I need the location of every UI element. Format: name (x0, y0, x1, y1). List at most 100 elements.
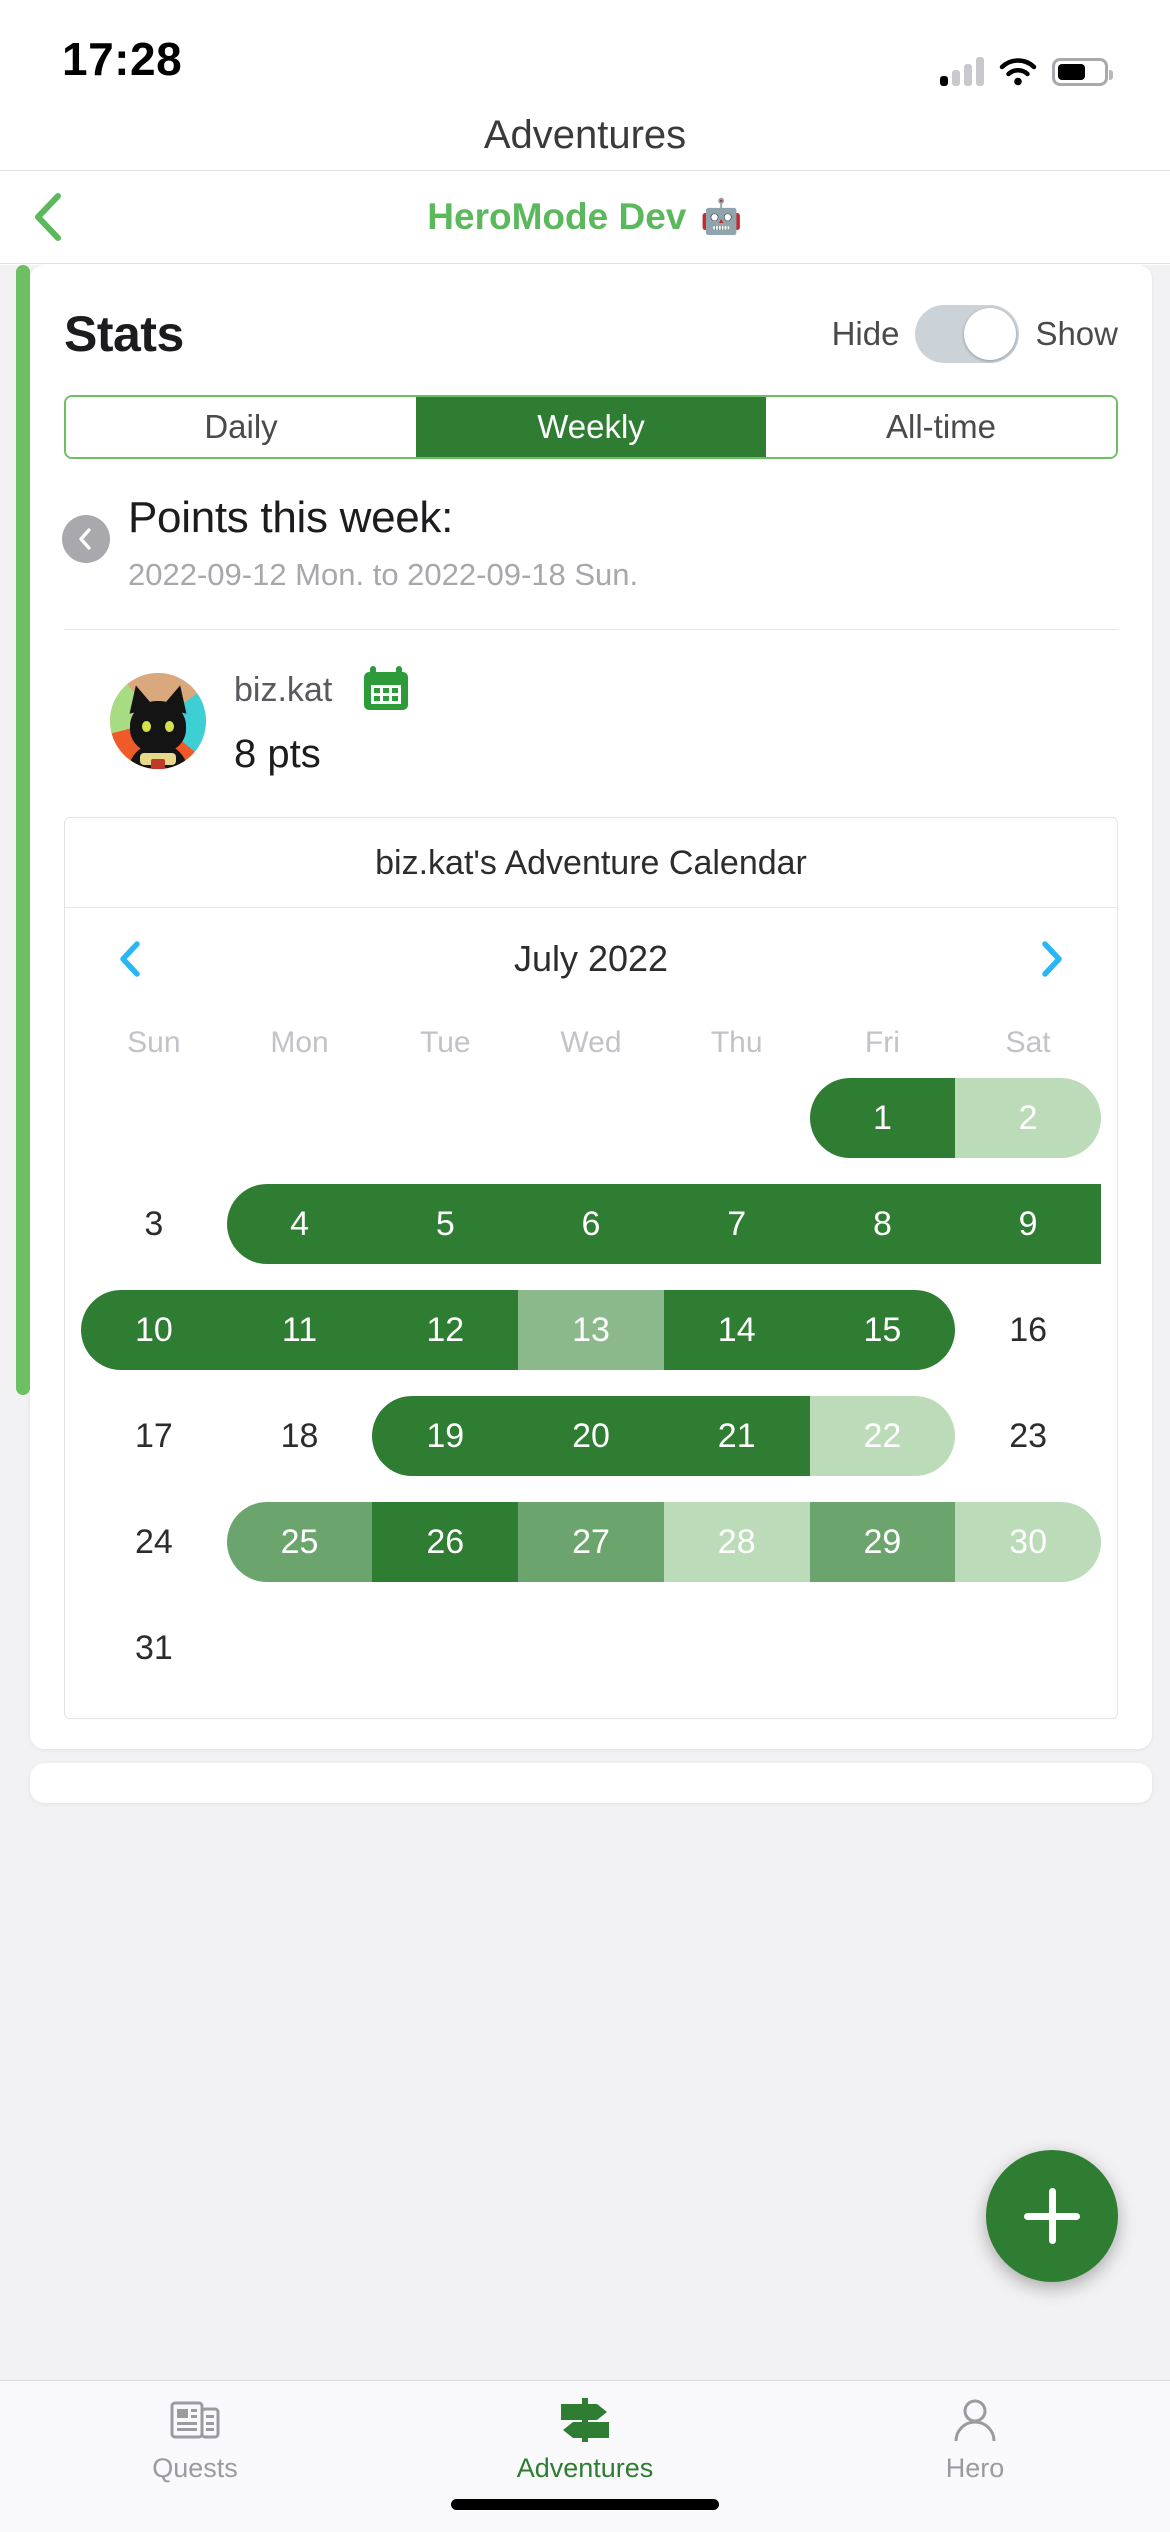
calendar-week-row: 24 25 26 27 28 29 30 (81, 1502, 1101, 1582)
calendar-day-empty (664, 1078, 810, 1158)
calendar-week-row: 10 11 12 13 14 15 16 (81, 1290, 1101, 1370)
signpost-icon (561, 2398, 609, 2442)
calendar-day-2[interactable]: 2 (955, 1078, 1101, 1158)
add-adventure-button[interactable] (986, 2150, 1118, 2282)
calendar-day-14[interactable]: 14 (663, 1290, 810, 1370)
chevron-left-circle-icon (79, 528, 91, 550)
quests-icon (170, 2401, 220, 2439)
calendar-day-28[interactable]: 28 (663, 1502, 810, 1582)
calendar-day-empty (227, 1078, 373, 1158)
segment-weekly[interactable]: Weekly (416, 397, 766, 457)
stats-visibility-switch[interactable] (915, 305, 1020, 363)
calendar-day-12[interactable]: 12 (372, 1290, 519, 1370)
calendar-day-8[interactable]: 8 (809, 1184, 956, 1264)
hide-label: Hide (831, 315, 900, 352)
calendar-day-31[interactable]: 31 (81, 1608, 227, 1688)
calendar-day-27[interactable]: 27 (518, 1502, 664, 1582)
weekday-label: Fri (864, 1026, 900, 1059)
cellular-signal-icon (940, 56, 984, 86)
accent-bar (16, 265, 30, 1395)
content-scroll-area[interactable]: Stats Hide Show Daily Weekly All-time Po… (0, 265, 1170, 2380)
switch-knob (964, 308, 1017, 360)
status-bar-time: 17:28 (62, 33, 183, 85)
calendar-weekday-header: Sun Mon Tue Wed Thu Fri Sat (65, 1002, 1117, 1078)
calendar-row-spacer (81, 1158, 1101, 1184)
calendar-week-row: 17 18 19 20 21 22 23 (81, 1396, 1101, 1476)
period-segmented-control[interactable]: Daily Weekly All-time (64, 395, 1118, 459)
tab-label-hero: Hero (945, 2453, 1005, 2483)
calendar-grid[interactable]: 1 2 3 4 5 6 7 8 9 10 11 12 13 14 15 16 17 18 19 20 21 22 23 24 2… (65, 1078, 1117, 1718)
avatar[interactable] (110, 672, 206, 769)
next-card-peek (30, 1763, 1152, 1803)
tab-quests[interactable]: Quests (0, 2397, 390, 2484)
previous-period-button[interactable] (62, 515, 110, 563)
segment-all-time[interactable]: All-time (766, 397, 1116, 457)
calendar-day-21[interactable]: 21 (663, 1396, 810, 1476)
page-title: Adventures (483, 112, 687, 157)
chevron-left-icon (35, 193, 61, 241)
calendar-prev-month-button[interactable] (105, 934, 155, 984)
cat-avatar-illustration (123, 681, 193, 769)
calendar-day-30[interactable]: 30 (955, 1502, 1101, 1582)
calendar-day-1[interactable]: 1 (809, 1078, 956, 1158)
home-indicator (451, 2499, 719, 2510)
calendar-day-7[interactable]: 7 (663, 1184, 810, 1264)
divider (0, 263, 1170, 264)
adventure-calendar: biz.kat's Adventure Calendar July 2022 S… (64, 817, 1118, 1719)
calendar-title: biz.kat's Adventure Calendar (65, 818, 1117, 908)
calendar-row-spacer (81, 1476, 1101, 1502)
calendar-day-23[interactable]: 23 (955, 1396, 1101, 1476)
calendar-month-label: July 2022 (513, 938, 669, 979)
status-bar-icons (940, 56, 1113, 86)
robot-icon: 🤖 (700, 198, 743, 236)
calendar-day-26[interactable]: 26 (372, 1502, 519, 1582)
tab-label-quests: Quests (152, 2453, 238, 2483)
user-points: 8 pts (234, 732, 321, 776)
calendar-day-empty (664, 1608, 810, 1688)
calendar-day-15[interactable]: 15 (809, 1290, 956, 1370)
calendar-day-17[interactable]: 17 (81, 1396, 227, 1476)
points-title: Points this week: (128, 493, 454, 542)
calendar-week-row: 31 (81, 1608, 1101, 1688)
bottom-tab-bar: Quests Adventures Hero (0, 2380, 1170, 2532)
subheader-title-text: HeroMode Dev (427, 196, 687, 237)
stats-card: Stats Hide Show Daily Weekly All-time Po… (30, 265, 1152, 1749)
calendar-day-22[interactable]: 22 (809, 1396, 956, 1476)
calendar-day-empty (518, 1608, 664, 1688)
chevron-right-icon (1042, 941, 1062, 977)
calendar-day-6[interactable]: 6 (518, 1184, 664, 1264)
calendar-day-9[interactable]: 9 (955, 1184, 1101, 1264)
subheader-title[interactable]: HeroMode Dev 🤖 (0, 196, 1170, 238)
user-name: biz.kat (234, 670, 333, 709)
calendar-day-16[interactable]: 16 (955, 1290, 1101, 1370)
person-icon (954, 2399, 996, 2442)
calendar-day-20[interactable]: 20 (518, 1396, 664, 1476)
calendar-icon[interactable] (360, 664, 412, 716)
segment-daily[interactable]: Daily (66, 397, 416, 457)
calendar-next-month-button[interactable] (1027, 934, 1077, 984)
calendar-day-24[interactable]: 24 (81, 1502, 227, 1582)
calendar-day-25[interactable]: 25 (226, 1502, 373, 1582)
calendar-day-10[interactable]: 10 (81, 1290, 227, 1370)
points-block: Points this week: 2022-09-12 Mon. to 202… (30, 459, 1152, 593)
calendar-day-13[interactable]: 13 (518, 1290, 664, 1370)
calendar-day-5[interactable]: 5 (372, 1184, 519, 1264)
calendar-day-19[interactable]: 19 (372, 1396, 519, 1476)
back-button[interactable] (22, 190, 76, 244)
subheader: HeroMode Dev 🤖 (0, 171, 1170, 263)
calendar-day-11[interactable]: 11 (226, 1290, 373, 1370)
calendar-day-4[interactable]: 4 (226, 1184, 373, 1264)
calendar-day-3[interactable]: 3 (81, 1184, 227, 1264)
tab-label-adventures: Adventures (516, 2453, 654, 2483)
stats-header: Stats Hide Show (30, 265, 1152, 363)
user-summary-row[interactable]: biz.kat 8 pts (30, 630, 1152, 777)
tab-hero[interactable]: Hero (780, 2397, 1170, 2484)
stats-visibility-toggle-group[interactable]: Hide Show (832, 305, 1118, 363)
weekday-label: Thu (710, 1026, 763, 1059)
calendar-day-29[interactable]: 29 (809, 1502, 956, 1582)
weekday-label: Mon (270, 1026, 329, 1059)
calendar-week-row: 3456789 (81, 1184, 1101, 1264)
tab-adventures[interactable]: Adventures (390, 2397, 780, 2484)
calendar-day-empty (227, 1608, 373, 1688)
calendar-day-18[interactable]: 18 (227, 1396, 373, 1476)
